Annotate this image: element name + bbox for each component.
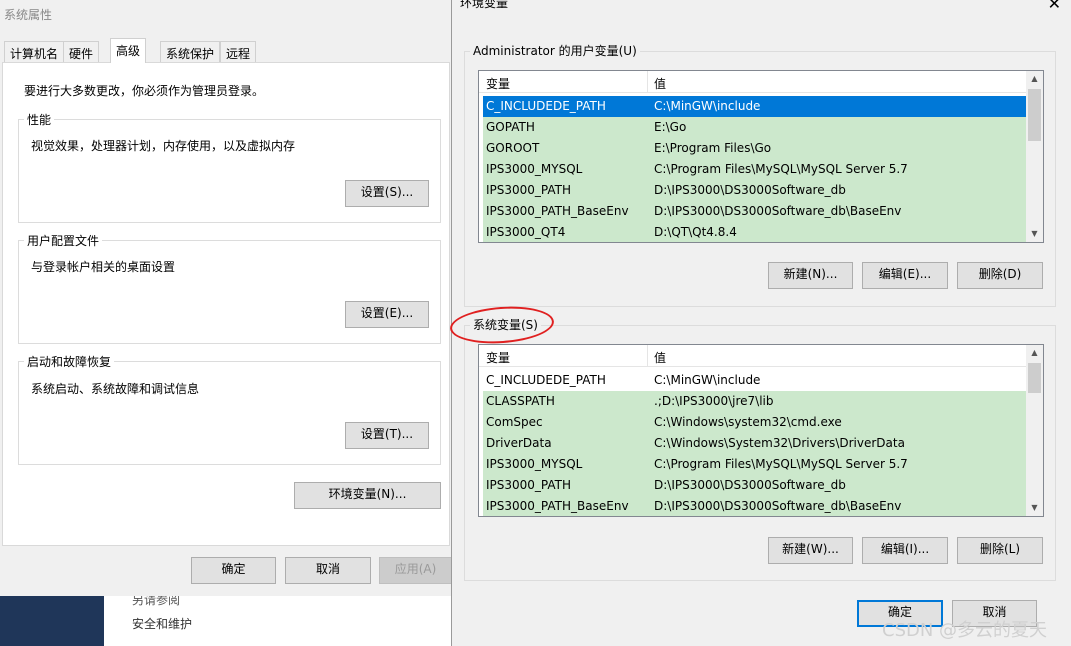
list-item[interactable]: IPS3000_QT4 D:\QT\Qt4.8.4 (483, 222, 1027, 242)
column-header-value[interactable]: 值 (654, 349, 666, 366)
var-value: D:\IPS3000\DS3000Software_db (654, 183, 846, 197)
scrollbar[interactable]: ▲ ▼ (1026, 345, 1043, 516)
var-name: IPS3000_MYSQL (486, 162, 583, 176)
user-new-button[interactable]: 新建(N)... (768, 262, 853, 289)
var-value: C:\Program Files\MySQL\MySQL Server 5.7 (654, 162, 908, 176)
tab-computer-name[interactable]: 计算机名 (4, 41, 65, 62)
tab-advanced[interactable]: 高级 (110, 38, 147, 63)
user-vars-list[interactable]: 变量 值 C_INCLUDEDE_PATH C:\MinGW\include GO… (478, 70, 1044, 243)
watermark: CSDN @多云的夏天 (882, 620, 1048, 641)
column-header-variable[interactable]: 变量 (486, 349, 510, 366)
scroll-up-icon[interactable]: ▲ (1026, 71, 1043, 87)
user-vars-legend: Administrator 的用户变量(U) (470, 44, 640, 58)
system-vars-list[interactable]: 变量 值 C_INCLUDEDE_PATH C:\MinGW\include CL… (478, 344, 1044, 517)
startup-recovery-legend: 启动和故障恢复 (24, 355, 115, 369)
var-name: C_INCLUDEDE_PATH (486, 99, 606, 113)
list-item[interactable]: IPS3000_PATH_BaseEnv D:\IPS3000\DS3000Sof… (483, 201, 1027, 222)
var-name: IPS3000_PATH_BaseEnv (486, 499, 629, 513)
system-edit-button[interactable]: 编辑(I)... (862, 537, 948, 564)
list-item[interactable]: ComSpec C:\Windows\system32\cmd.exe (483, 412, 1027, 433)
var-value: D:\IPS3000\DS3000Software_db\BaseEnv (654, 499, 902, 513)
close-icon[interactable]: ✕ (1048, 0, 1061, 13)
var-name: IPS3000_PATH (486, 478, 572, 492)
var-value: D:\IPS3000\DS3000Software_db\BaseEnv (654, 204, 902, 218)
var-value: D:\QT\Qt4.8.4 (654, 225, 737, 239)
startup-recovery-description: 系统启动、系统故障和调试信息 (31, 382, 200, 396)
performance-settings-button[interactable]: 设置(S)... (345, 180, 429, 207)
user-profiles-legend: 用户配置文件 (24, 234, 103, 248)
system-properties-dialog: 系统属性 计算机名 硬件 高级 系统保护 远程 要进行大多数更改，你必须作为管理… (0, 0, 452, 596)
ok-button[interactable]: 确定 (191, 557, 276, 584)
list-item[interactable]: IPS3000_PATH_BaseEnv D:\IPS3000\DS3000Sof… (483, 496, 1027, 516)
column-header-value[interactable]: 值 (654, 75, 666, 92)
background-dark-panel (0, 595, 104, 646)
list-item[interactable]: C_INCLUDEDE_PATH C:\MinGW\include (483, 370, 1027, 391)
performance-legend: 性能 (24, 113, 55, 127)
user-profiles-settings-button[interactable]: 设置(E)... (345, 301, 429, 328)
scroll-up-icon[interactable]: ▲ (1026, 345, 1043, 361)
startup-recovery-settings-button[interactable]: 设置(T)... (345, 422, 429, 449)
list-item[interactable]: GOPATH E:\Go (483, 117, 1027, 138)
var-name: IPS3000_MYSQL (486, 457, 583, 471)
var-name: GOPATH (486, 120, 535, 134)
scroll-thumb[interactable] (1028, 89, 1041, 141)
security-maintenance-link[interactable]: 安全和维护 (132, 615, 192, 632)
var-value: C:\Program Files\MySQL\MySQL Server 5.7 (654, 457, 908, 471)
var-value: C:\MinGW\include (654, 373, 761, 387)
cancel-button[interactable]: 取消 (285, 557, 371, 584)
list-header: 变量 值 (479, 345, 1027, 367)
tab-system-protection[interactable]: 系统保护 (160, 41, 221, 62)
user-edit-button[interactable]: 编辑(E)... (862, 262, 948, 289)
list-item[interactable]: IPS3000_MYSQL C:\Program Files\MySQL\MySQ… (483, 159, 1027, 180)
list-item[interactable]: IPS3000_PATH D:\IPS3000\DS3000Software_db (483, 180, 1027, 201)
var-name: C_INCLUDEDE_PATH (486, 373, 606, 387)
list-item[interactable]: DriverData C:\Windows\System32\Drivers\Dr… (483, 433, 1027, 454)
list-item[interactable]: C_INCLUDEDE_PATH C:\MinGW\include (483, 96, 1027, 117)
var-value: E:\Program Files\Go (654, 141, 772, 155)
scroll-down-icon[interactable]: ▼ (1026, 226, 1043, 242)
var-name: DriverData (486, 436, 552, 450)
list-item[interactable]: IPS3000_MYSQL C:\Program Files\MySQL\MySQ… (483, 454, 1027, 475)
var-name: GOROOT (486, 141, 540, 155)
tab-remote[interactable]: 远程 (220, 41, 257, 62)
var-value: C:\MinGW\include (654, 99, 761, 113)
user-profiles-description: 与登录帐户相关的桌面设置 (31, 260, 176, 274)
list-header: 变量 值 (479, 71, 1027, 93)
apply-button[interactable]: 应用(A) (379, 557, 452, 584)
var-value: C:\Windows\System32\Drivers\DriverData (654, 436, 905, 450)
system-new-button[interactable]: 新建(W)... (768, 537, 853, 564)
var-name: IPS3000_PATH (486, 183, 572, 197)
tab-hardware[interactable]: 硬件 (63, 41, 100, 62)
var-value: .;D:\IPS3000\jre7\lib (654, 394, 774, 408)
var-name: ComSpec (486, 415, 543, 429)
scrollbar[interactable]: ▲ ▼ (1026, 71, 1043, 242)
performance-description: 视觉效果，处理器计划，内存使用，以及虚拟内存 (31, 139, 296, 153)
user-delete-button[interactable]: 删除(D) (957, 262, 1043, 289)
var-value: D:\IPS3000\DS3000Software_db (654, 478, 846, 492)
list-item[interactable]: CLASSPATH .;D:\IPS3000\jre7\lib (483, 391, 1027, 412)
user-profiles-group (18, 240, 441, 344)
performance-group (18, 119, 441, 223)
list-item[interactable]: IPS3000_PATH D:\IPS3000\DS3000Software_db (483, 475, 1027, 496)
environment-variables-button[interactable]: 环境变量(N)... (294, 482, 441, 509)
var-name: IPS3000_PATH_BaseEnv (486, 204, 629, 218)
screen: { "background": { "links": ["另请参阅", "安全和… (0, 0, 1071, 646)
dialog-title: 环境变量 (460, 0, 509, 10)
var-value: C:\Windows\system32\cmd.exe (654, 415, 842, 429)
scroll-thumb[interactable] (1028, 363, 1041, 393)
var-value: E:\Go (654, 120, 687, 134)
column-header-variable[interactable]: 变量 (486, 75, 510, 92)
admin-note: 要进行大多数更改，你必须作为管理员登录。 (24, 84, 265, 98)
list-item[interactable]: GOROOT E:\Program Files\Go (483, 138, 1027, 159)
var-name: IPS3000_QT4 (486, 225, 566, 239)
dialog-title: 系统属性 (4, 8, 53, 22)
system-delete-button[interactable]: 删除(L) (957, 537, 1043, 564)
var-name: CLASSPATH (486, 394, 555, 408)
scroll-down-icon[interactable]: ▼ (1026, 500, 1043, 516)
startup-recovery-group (18, 361, 441, 465)
